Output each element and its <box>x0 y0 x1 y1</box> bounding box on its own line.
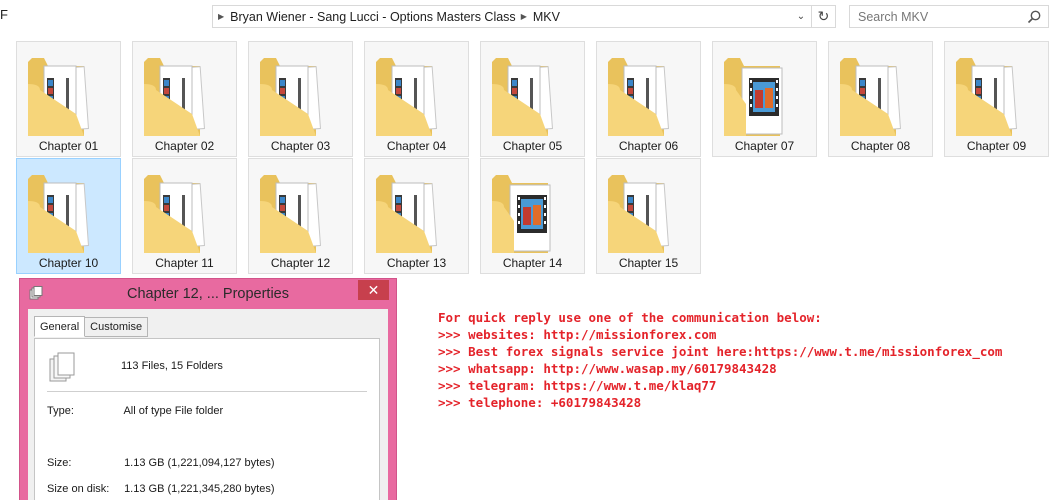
size-row: Size: 1.13 GB (1,221,094,127 bytes) <box>47 457 275 469</box>
folder-tile[interactable]: Chapter 08 <box>828 41 933 157</box>
folder-tile[interactable]: Chapter 03 <box>248 41 353 157</box>
address-bar[interactable]: ▶ Bryan Wiener - Sang Lucci - Options Ma… <box>212 5 812 28</box>
tab-bar: General Customise <box>34 316 149 337</box>
folder-icon <box>492 175 551 253</box>
type-value: All of type File folder <box>123 405 224 417</box>
folder-tile[interactable]: Chapter 11 <box>132 158 237 274</box>
type-label: Type: <box>47 405 74 417</box>
chevron-down-icon[interactable]: ⌄ <box>791 6 811 27</box>
folder-tile[interactable]: Chapter 07 <box>712 41 817 157</box>
folder-icon <box>28 175 89 253</box>
folder-label: Chapter 08 <box>850 139 911 153</box>
folder-label: Chapter 14 <box>502 256 563 270</box>
folder-icon <box>376 175 437 253</box>
folder-label: Chapter 13 <box>386 256 447 270</box>
folder-tile[interactable]: Chapter 15 <box>596 158 701 274</box>
close-icon: ✕ <box>367 281 380 298</box>
folder-tile[interactable]: Chapter 04 <box>364 41 469 157</box>
contents-summary: 113 Files, 15 Folders <box>121 360 223 372</box>
contact-notice: For quick reply use one of the communica… <box>438 309 1002 411</box>
folder-icon <box>28 58 89 136</box>
refresh-button[interactable]: ↻ <box>812 5 836 28</box>
close-button[interactable]: ✕ <box>358 280 389 300</box>
folder-label: Chapter 06 <box>618 139 679 153</box>
multiple-files-icon <box>49 352 75 382</box>
folder-icon <box>260 175 321 253</box>
folder-label: Chapter 02 <box>154 139 215 153</box>
folder-label: Chapter 11 <box>155 256 214 270</box>
folder-tile[interactable]: Chapter 02 <box>132 41 237 157</box>
folder-label: Chapter 05 <box>502 139 563 153</box>
breadcrumb-item-mkv[interactable]: MKV <box>533 10 560 24</box>
folder-label: Chapter 12 <box>270 256 331 270</box>
size-value: 1.13 GB (1,221,094,127 bytes) <box>124 457 275 469</box>
folder-icon <box>608 175 669 253</box>
folder-icon <box>144 58 205 136</box>
breadcrumb-item-course[interactable]: Bryan Wiener - Sang Lucci - Options Mast… <box>230 10 516 24</box>
folder-label: Chapter 09 <box>966 139 1027 153</box>
folder-icon <box>956 58 1017 136</box>
folder-icon <box>608 58 669 136</box>
search-box[interactable] <box>849 5 1049 28</box>
folder-icon <box>724 58 783 136</box>
notice-line: For quick reply use one of the communica… <box>438 310 822 325</box>
dialog-title: Chapter 12, ... Properties <box>127 286 289 302</box>
folder-tile[interactable]: Chapter 14 <box>480 158 585 274</box>
size-on-disk-value: 1.13 GB (1,221,345,280 bytes) <box>124 483 275 495</box>
notice-line: >>> telegram: https://www.t.me/klaq77 <box>438 378 717 393</box>
properties-dialog: Chapter 12, ... Properties ✕ General Cus… <box>19 278 397 500</box>
divider <box>47 391 367 392</box>
folder-tile[interactable]: Chapter 01 <box>16 41 121 157</box>
folder-icon <box>376 58 437 136</box>
folder-label: Chapter 03 <box>270 139 331 153</box>
folder-tile[interactable]: Chapter 09 <box>944 41 1049 157</box>
folder-label: Chapter 01 <box>38 139 99 153</box>
folder-tile[interactable]: Chapter 06 <box>596 41 701 157</box>
refresh-icon: ↻ <box>817 8 830 24</box>
folder-icon <box>840 58 901 136</box>
notice-line: >>> Best forex signals service joint her… <box>438 344 1003 359</box>
folder-icon <box>492 58 553 136</box>
dialog-body: General Customise 113 Files, 15 Folders … <box>28 309 388 500</box>
folder-grid: Chapter 01 Chapter 02 Chapter 03 Chapter… <box>16 41 1049 275</box>
folder-tile[interactable]: Chapter 10 <box>16 158 121 274</box>
size-on-disk-row: Size on disk: 1.13 GB (1,221,345,280 byt… <box>47 483 275 495</box>
folder-label: Chapter 10 <box>38 256 99 270</box>
general-panel: 113 Files, 15 Folders Type: All of type … <box>34 338 380 500</box>
notice-line: >>> websites: http://missionforex.com <box>438 327 717 342</box>
folder-label: Chapter 04 <box>386 139 447 153</box>
notice-line: >>> whatsapp: http://www.wasap.my/601798… <box>438 361 777 376</box>
folder-label: Chapter 07 <box>734 139 795 153</box>
tab-general[interactable]: General <box>34 316 86 337</box>
folder-label: Chapter 15 <box>618 256 679 270</box>
folder-tile[interactable]: Chapter 12 <box>248 158 353 274</box>
folder-icon <box>144 175 205 253</box>
tab-customise[interactable]: Customise <box>85 317 149 337</box>
folder-tile[interactable]: Chapter 05 <box>480 41 585 157</box>
size-on-disk-label: Size on disk: <box>47 483 110 495</box>
search-input[interactable] <box>858 9 1023 24</box>
notice-line: >>> telephone: +60179843428 <box>438 395 642 410</box>
breadcrumb-arrow-icon[interactable]: ▶ <box>521 12 527 21</box>
window-title-fragment: F <box>0 7 8 22</box>
folder-tile[interactable]: Chapter 13 <box>364 158 469 274</box>
size-label: Size: <box>47 457 72 469</box>
breadcrumb-arrow-icon[interactable]: ▶ <box>218 12 224 21</box>
search-icon[interactable] <box>1026 9 1042 25</box>
folder-icon <box>260 58 321 136</box>
type-row: Type: All of type File folder <box>47 405 223 417</box>
